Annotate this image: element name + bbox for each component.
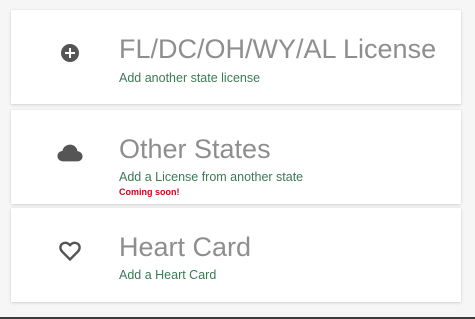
plus-circle-icon xyxy=(57,40,83,66)
coming-soon-note: Coming soon! xyxy=(119,187,180,197)
other-states-card[interactable]: Other States Add a License from another … xyxy=(11,110,461,204)
card-title: Heart Card xyxy=(119,232,252,262)
card-subtitle: Add a License from another state xyxy=(119,170,304,184)
cloud-icon xyxy=(57,140,83,166)
card-subtitle: Add a Heart Card xyxy=(119,268,217,282)
heart-outline-icon xyxy=(57,238,83,264)
card-subtitle: Add another state license xyxy=(119,71,261,85)
heart-card-card[interactable]: Heart Card Add a Heart Card xyxy=(11,208,461,302)
card-title: FL/DC/OH/WY/AL License xyxy=(119,34,437,64)
card-title: Other States xyxy=(119,134,271,164)
add-state-license-card[interactable]: FL/DC/OH/WY/AL License Add another state… xyxy=(11,10,461,104)
